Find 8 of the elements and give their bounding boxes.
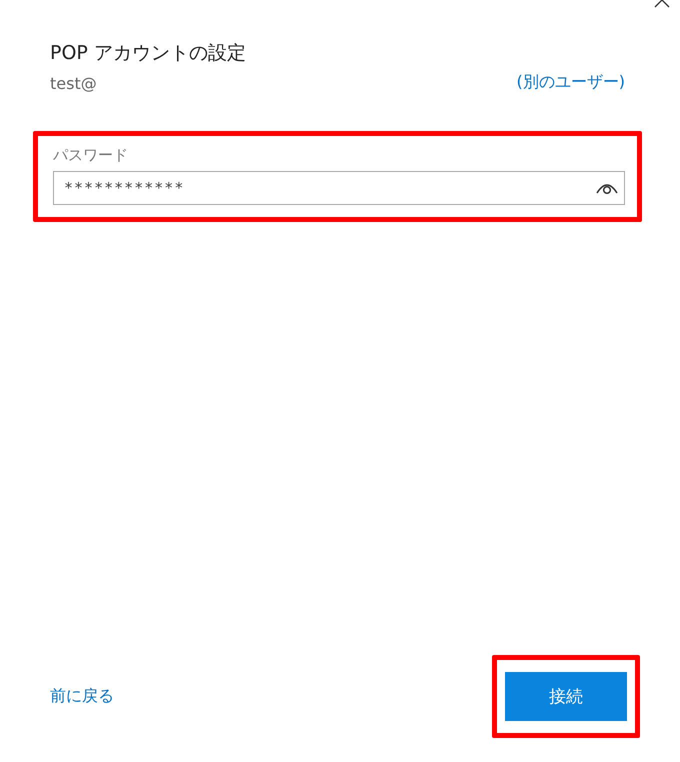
- close-icon[interactable]: [654, 0, 670, 9]
- account-email: test@: [50, 74, 97, 93]
- switch-user-link[interactable]: (別のユーザー): [516, 72, 625, 93]
- connect-button[interactable]: 接続: [505, 672, 627, 721]
- password-label: パスワード: [53, 146, 129, 165]
- back-link[interactable]: 前に戻る: [50, 686, 114, 707]
- dialog-title: POP アカウントの設定: [50, 41, 247, 66]
- password-field[interactable]: ************: [53, 171, 625, 205]
